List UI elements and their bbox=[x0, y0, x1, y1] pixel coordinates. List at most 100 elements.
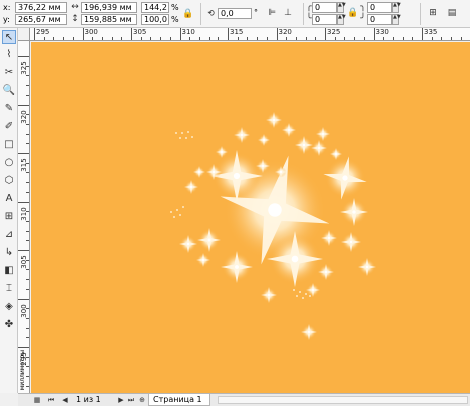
ruler-minor-tick bbox=[363, 37, 365, 40]
mirror-vertical-icon[interactable]: ⊥ bbox=[283, 8, 293, 18]
ruler-label: 315 bbox=[20, 158, 28, 172]
ruler-minor-tick bbox=[198, 37, 200, 40]
sparkle bbox=[282, 123, 296, 137]
outline-tool-icon[interactable]: ✤ bbox=[2, 318, 16, 332]
polygon-tool-icon[interactable]: ⬡ bbox=[2, 174, 16, 188]
freehand-tool-icon[interactable]: ✎ bbox=[2, 102, 16, 116]
wrap-text-icon[interactable]: ⊞ bbox=[428, 8, 438, 18]
dimension-tool-icon[interactable]: ⊿ bbox=[2, 228, 16, 242]
percent-sign: % bbox=[171, 3, 179, 12]
text-tool-icon[interactable]: A bbox=[2, 192, 16, 206]
ruler-minor-tick bbox=[286, 37, 288, 40]
ruler-label: 325 bbox=[327, 28, 341, 36]
ruler-minor-tick bbox=[26, 240, 29, 242]
sparkle bbox=[266, 112, 282, 128]
fill-tool-icon[interactable]: ◈ bbox=[2, 300, 16, 314]
sparkle bbox=[179, 235, 197, 253]
rectangle-tool-icon[interactable]: □ bbox=[2, 138, 16, 152]
ruler-minor-tick bbox=[26, 143, 29, 145]
ruler-corner[interactable] bbox=[18, 28, 30, 41]
ruler-minor-tick bbox=[218, 37, 220, 40]
crop-tool-icon[interactable]: ✂ bbox=[2, 66, 16, 80]
ruler-minor-tick bbox=[334, 37, 336, 40]
sparkle bbox=[234, 127, 250, 143]
ruler-minor-tick bbox=[26, 288, 29, 290]
width-field[interactable]: 196,939 мм bbox=[81, 2, 137, 13]
ruler-major-tick bbox=[18, 347, 29, 348]
connector-tool-icon[interactable]: ↳ bbox=[2, 246, 16, 260]
page-count: 1 из 1 bbox=[76, 395, 101, 404]
sparkle-dot bbox=[187, 131, 189, 133]
ruler-minor-tick bbox=[26, 191, 29, 193]
last-page-icon[interactable]: ⏭ bbox=[126, 395, 136, 405]
sparkle bbox=[221, 251, 253, 283]
spin-button-4[interactable]: ▲▼ bbox=[392, 14, 401, 25]
eyedropper-tool-icon[interactable]: ⌶ bbox=[2, 282, 16, 296]
prev-page-icon[interactable]: ◀ bbox=[60, 395, 70, 405]
spin-button-1[interactable]: ▲▼ bbox=[337, 2, 346, 13]
ruler-label: 335 bbox=[424, 28, 438, 36]
ruler-label: 310 bbox=[20, 206, 28, 221]
ruler-minor-tick bbox=[111, 37, 113, 40]
zoom-tool-icon[interactable]: 🔍 bbox=[2, 84, 16, 98]
rotation-field[interactable]: 0,0 bbox=[218, 8, 252, 19]
ruler-label: 320 bbox=[20, 109, 28, 124]
pick-tool-icon[interactable]: ↖ bbox=[2, 30, 16, 44]
x-position-field[interactable]: 376,22 мм bbox=[15, 2, 67, 13]
ellipse-tool-icon[interactable]: ○ bbox=[2, 156, 16, 170]
height-field[interactable]: 159,885 мм bbox=[81, 14, 137, 25]
sparkle bbox=[193, 166, 205, 178]
scale-width-field[interactable]: 144,2 bbox=[141, 2, 169, 13]
x-label: x: bbox=[3, 3, 11, 12]
ruler-minor-tick bbox=[26, 356, 29, 358]
horizontal-ruler[interactable]: 295300305310315320325330335340 bbox=[30, 28, 470, 41]
y-position-field[interactable]: 265,67 мм bbox=[15, 14, 67, 25]
drawing-canvas[interactable] bbox=[31, 42, 470, 393]
ruler-minor-tick bbox=[43, 37, 45, 40]
sparkle-dot bbox=[181, 132, 183, 134]
add-page-icon[interactable]: ⊕ bbox=[137, 395, 147, 405]
ruler-minor-tick bbox=[26, 376, 29, 378]
ruler-minor-tick bbox=[460, 37, 462, 40]
ruler-minor-tick bbox=[26, 75, 29, 77]
lock-corners-icon[interactable]: 🔒 bbox=[347, 8, 358, 18]
ruler-minor-tick bbox=[247, 37, 249, 40]
smart-fill-tool-icon[interactable]: ✐ bbox=[2, 120, 16, 134]
corner-radius-field-4[interactable]: 0 bbox=[367, 14, 392, 25]
ruler-label: 295 bbox=[36, 28, 50, 36]
ruler-label: 320 bbox=[278, 28, 292, 36]
page-tab[interactable]: Страница 1 bbox=[148, 394, 210, 406]
sparkle bbox=[316, 127, 330, 141]
sparkle bbox=[261, 287, 277, 303]
outline-width-icon[interactable]: ▤ bbox=[447, 8, 457, 18]
spin-button-3[interactable]: ▲▼ bbox=[392, 2, 401, 13]
sparkle-dot bbox=[170, 211, 172, 213]
ruler-minor-tick bbox=[305, 37, 307, 40]
sparkle-dot bbox=[173, 216, 175, 218]
ruler-minor-tick bbox=[237, 37, 239, 40]
first-page-icon[interactable]: ⏮ bbox=[46, 395, 56, 405]
ruler-major-tick bbox=[18, 201, 29, 203]
spin-button-2[interactable]: ▲▼ bbox=[337, 14, 346, 25]
corner-radius-field-1[interactable]: 0 bbox=[312, 2, 337, 13]
shape-tool-icon[interactable]: ⌇ bbox=[2, 48, 16, 62]
scale-height-field[interactable]: 100,0 bbox=[141, 14, 169, 25]
next-page-icon[interactable]: ▶ bbox=[116, 395, 126, 405]
ruler-minor-tick bbox=[26, 385, 29, 387]
ruler-label: 300 bbox=[84, 28, 98, 36]
ruler-minor-tick bbox=[160, 37, 162, 40]
effects-tool-icon[interactable]: ◧ bbox=[2, 264, 16, 278]
table-tool-icon[interactable]: ⊞ bbox=[2, 210, 16, 224]
ruler-major-tick bbox=[18, 153, 29, 154]
corner-radius-field-2[interactable]: 0 bbox=[312, 14, 337, 25]
lock-ratio-icon[interactable]: 🔒 bbox=[182, 9, 193, 19]
sparkle-dot bbox=[309, 295, 311, 297]
ruler-minor-tick bbox=[26, 114, 29, 116]
horizontal-scrollbar[interactable] bbox=[218, 396, 468, 404]
ruler-minor-tick bbox=[121, 37, 123, 40]
corner-radius-field-3[interactable]: 0 bbox=[367, 2, 392, 13]
vertical-ruler[interactable]: миллиметры 325 320 315 310 305 300 295 bbox=[18, 41, 30, 393]
mirror-horizontal-icon[interactable]: ⊫ bbox=[267, 8, 277, 18]
sparkle-dot bbox=[299, 291, 301, 293]
page-setup-icon[interactable]: ▦ bbox=[32, 395, 42, 405]
